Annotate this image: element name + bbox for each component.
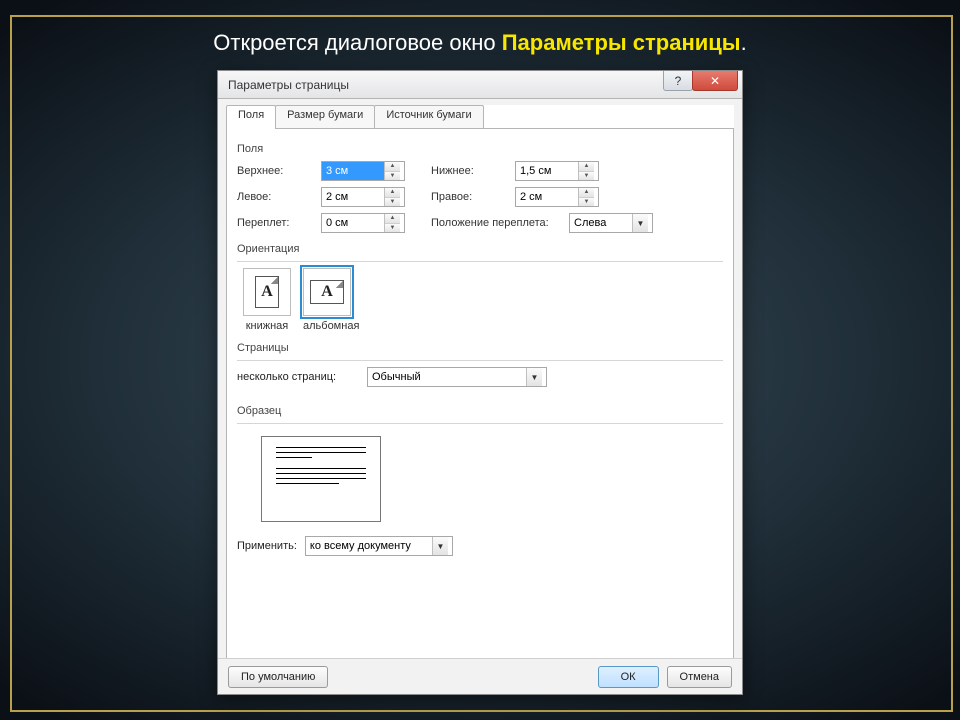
pages-group-label: Страницы xyxy=(237,342,723,354)
gutter-spinner[interactable]: ▲▼ xyxy=(321,213,405,233)
orientation-landscape[interactable]: A альбомная xyxy=(303,268,359,332)
caption-highlight: Параметры страницы xyxy=(502,30,741,55)
apply-to-value[interactable] xyxy=(306,537,432,555)
tab-fields[interactable]: Поля xyxy=(226,105,276,128)
orientation-landscape-label: альбомная xyxy=(303,320,359,332)
spin-down-icon[interactable]: ▼ xyxy=(385,224,400,233)
spin-down-icon[interactable]: ▼ xyxy=(385,198,400,207)
titlebar[interactable]: Параметры страницы ? ✕ xyxy=(218,71,742,99)
dialog-body: Поля Верхнее: ▲▼ Нижнее: ▲▼ Левое: xyxy=(226,129,734,674)
chevron-down-icon[interactable]: ▼ xyxy=(632,214,648,232)
orientation-group-label: Ориентация xyxy=(237,243,723,255)
orientation-portrait[interactable]: A книжная xyxy=(243,268,291,332)
gutter-label: Переплет: xyxy=(237,217,315,229)
orientation-portrait-label: книжная xyxy=(243,320,291,332)
gutter-pos-dropdown[interactable]: ▼ xyxy=(569,213,653,233)
portrait-page-icon: A xyxy=(255,276,279,308)
gutter-input[interactable] xyxy=(322,214,384,232)
spin-down-icon[interactable]: ▼ xyxy=(385,172,400,181)
help-button[interactable]: ? xyxy=(663,71,693,91)
preview-group-label: Образец xyxy=(237,405,723,417)
multi-pages-label: несколько страниц: xyxy=(237,371,367,383)
page-setup-dialog: Параметры страницы ? ✕ Поля Размер бумаг… xyxy=(217,70,743,695)
right-margin-spinner[interactable]: ▲▼ xyxy=(515,187,599,207)
caption-plain: Откроется диалоговое окно xyxy=(213,30,501,55)
apply-to-label: Применить: xyxy=(237,540,297,552)
bottom-margin-spinner[interactable]: ▲▼ xyxy=(515,161,599,181)
tab-paper-size[interactable]: Размер бумаги xyxy=(275,105,375,128)
chevron-down-icon[interactable]: ▼ xyxy=(526,368,542,386)
dialog-footer: По умолчанию ОК Отмена xyxy=(218,658,742,694)
apply-to-dropdown[interactable]: ▼ xyxy=(305,536,453,556)
spin-down-icon[interactable]: ▼ xyxy=(579,198,594,207)
spin-down-icon[interactable]: ▼ xyxy=(579,172,594,181)
top-margin-input[interactable] xyxy=(322,162,384,180)
spin-up-icon[interactable]: ▲ xyxy=(385,188,400,198)
spin-up-icon[interactable]: ▲ xyxy=(579,162,594,172)
top-margin-spinner[interactable]: ▲▼ xyxy=(321,161,405,181)
tab-paper-source[interactable]: Источник бумаги xyxy=(374,105,483,128)
left-margin-input[interactable] xyxy=(322,188,384,206)
chevron-down-icon[interactable]: ▼ xyxy=(432,537,448,555)
cancel-button[interactable]: Отмена xyxy=(667,666,732,688)
top-margin-label: Верхнее: xyxy=(237,165,315,177)
slide-caption: Откроется диалоговое окно Параметры стра… xyxy=(0,30,960,56)
landscape-page-icon: A xyxy=(310,280,344,304)
multi-pages-value[interactable] xyxy=(368,368,526,386)
spin-up-icon[interactable]: ▲ xyxy=(579,188,594,198)
preview-thumbnail xyxy=(261,436,381,522)
margins-group-label: Поля xyxy=(237,143,723,155)
right-margin-label: Правое: xyxy=(431,191,509,203)
left-margin-spinner[interactable]: ▲▼ xyxy=(321,187,405,207)
orientation-picker: A книжная A альбомная xyxy=(243,268,723,332)
help-icon: ? xyxy=(675,74,682,88)
close-icon: ✕ xyxy=(710,74,720,88)
default-button[interactable]: По умолчанию xyxy=(228,666,328,688)
spin-up-icon[interactable]: ▲ xyxy=(385,214,400,224)
dialog-title: Параметры страницы xyxy=(228,78,349,92)
caption-period: . xyxy=(741,30,747,55)
tab-strip: Поля Размер бумаги Источник бумаги xyxy=(226,105,734,129)
window-buttons: ? ✕ xyxy=(664,71,738,91)
gutter-pos-value[interactable] xyxy=(570,214,632,232)
multi-pages-dropdown[interactable]: ▼ xyxy=(367,367,547,387)
right-margin-input[interactable] xyxy=(516,188,578,206)
ok-button[interactable]: ОК xyxy=(598,666,659,688)
close-button[interactable]: ✕ xyxy=(692,71,738,91)
bottom-margin-label: Нижнее: xyxy=(431,165,509,177)
gutter-pos-label: Положение переплета: xyxy=(431,217,563,229)
left-margin-label: Левое: xyxy=(237,191,315,203)
bottom-margin-input[interactable] xyxy=(516,162,578,180)
spin-up-icon[interactable]: ▲ xyxy=(385,162,400,172)
